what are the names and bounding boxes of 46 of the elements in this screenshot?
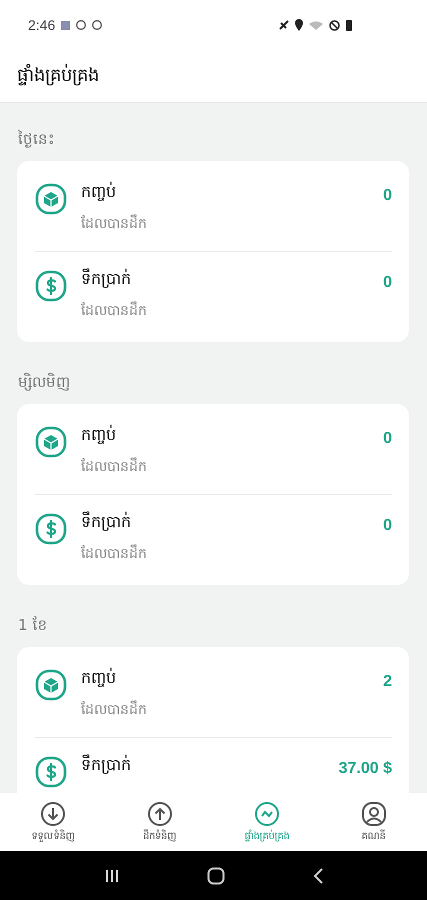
nav-tab[interactable]: ទទួលទំនិញ bbox=[0, 793, 107, 851]
section-title: ថ្ងៃនេះ bbox=[17, 129, 56, 150]
nav-tab[interactable]: ដឹកទំនិញ bbox=[106, 793, 214, 851]
battery-icon bbox=[346, 20, 352, 30]
stat-subtitle: ដែលបានដឹក bbox=[81, 214, 148, 234]
back-icon[interactable] bbox=[312, 866, 324, 884]
wifi-icon bbox=[309, 20, 323, 30]
package-icon bbox=[35, 426, 67, 458]
stat-label: កញ្ចប់ bbox=[81, 424, 117, 446]
stat-label: ទឹកប្រាក់ bbox=[81, 754, 132, 776]
upload-icon bbox=[147, 800, 174, 826]
chart-icon bbox=[254, 800, 280, 826]
stat-label: ទឹកប្រាក់ bbox=[81, 268, 132, 290]
dollar-icon bbox=[35, 270, 67, 302]
image-icon bbox=[61, 20, 70, 30]
account-icon bbox=[360, 800, 387, 826]
stat-subtitle: ដែលបានដឹក bbox=[81, 457, 148, 477]
dollar-icon bbox=[35, 756, 67, 788]
package-icon bbox=[35, 183, 67, 215]
stat-subtitle: ដែលបានដឹក bbox=[81, 301, 148, 321]
stat-label: កញ្ចប់ bbox=[81, 667, 117, 689]
location-icon bbox=[295, 19, 303, 31]
download-icon bbox=[40, 800, 66, 826]
app-icon bbox=[92, 20, 102, 30]
status-time: 2:46 bbox=[28, 17, 56, 33]
stat-value: 2 bbox=[383, 673, 392, 691]
package-icon bbox=[35, 669, 67, 701]
recents-icon[interactable] bbox=[104, 868, 120, 884]
blocked-icon bbox=[329, 20, 340, 30]
app-icon bbox=[76, 20, 86, 30]
section-title: ម្សិលមិញ bbox=[17, 372, 71, 393]
mute-icon bbox=[279, 20, 289, 30]
section-title: 1 ខែ bbox=[17, 615, 48, 636]
stat-value: 0 bbox=[383, 187, 392, 205]
stat-value: 37.00 $ bbox=[338, 760, 392, 778]
nav-tab[interactable]: គណនី bbox=[320, 793, 427, 851]
stat-label: ទឹកប្រាក់ bbox=[81, 511, 132, 533]
stat-subtitle: ដែលបានដឹក bbox=[81, 700, 148, 720]
home-icon[interactable] bbox=[206, 866, 224, 884]
stat-subtitle: ដែលបានដឹក bbox=[81, 544, 148, 564]
stat-value: 0 bbox=[383, 430, 392, 448]
stat-value: 0 bbox=[383, 274, 392, 292]
page-title: ផ្ទាំងគ្រប់គ្រង bbox=[17, 62, 99, 88]
stat-label: កញ្ចប់ bbox=[81, 181, 117, 203]
stat-value: 0 bbox=[383, 517, 392, 535]
dollar-icon bbox=[35, 513, 67, 545]
